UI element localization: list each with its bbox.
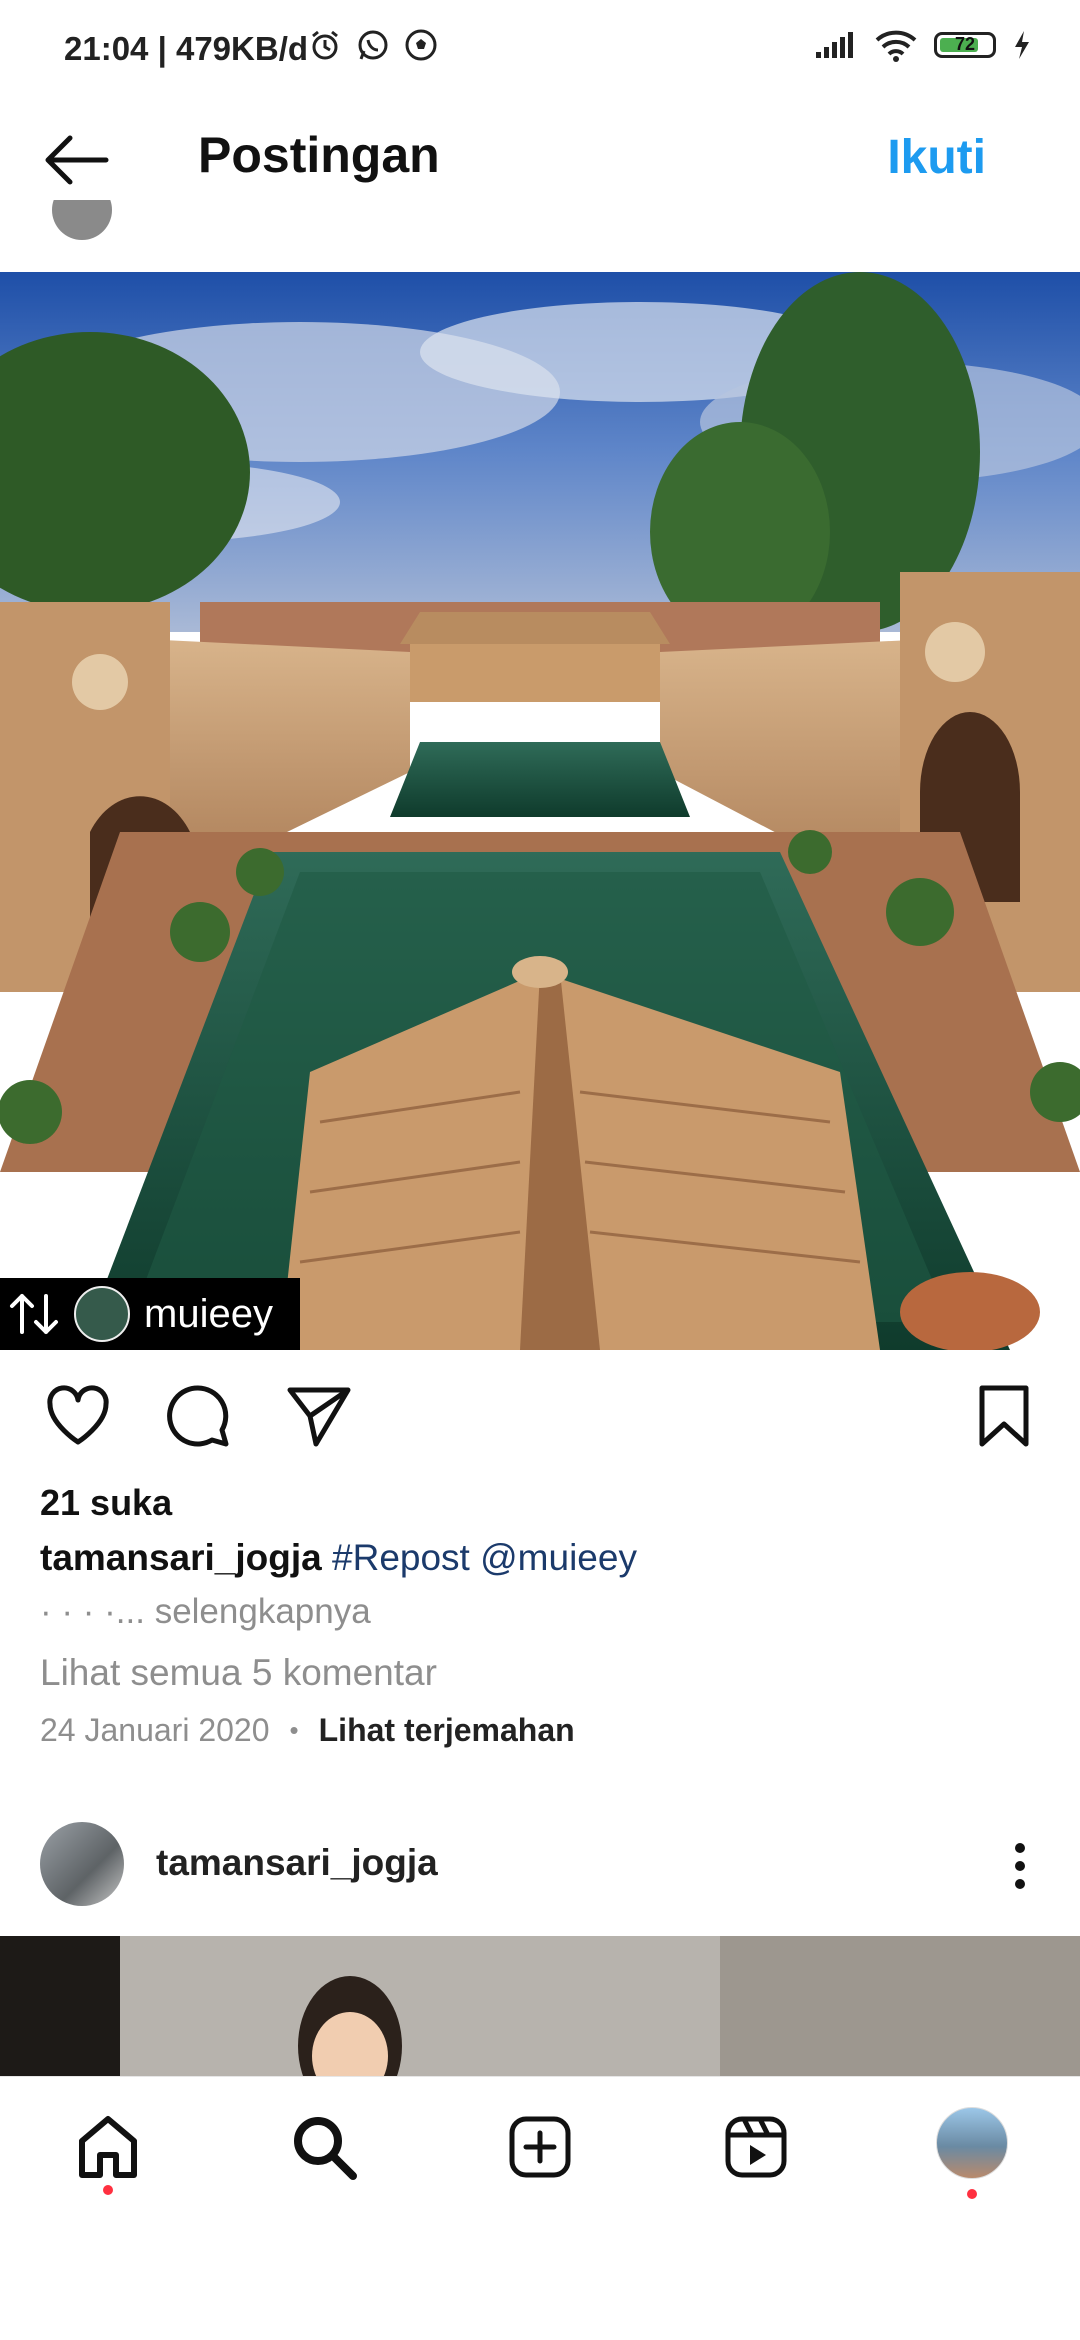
football-icon: [405, 29, 437, 61]
post-image[interactable]: [0, 272, 1080, 1350]
send-icon: [287, 1387, 351, 1447]
comment-icon: [167, 1385, 229, 1447]
next-post-avatar[interactable]: [40, 1822, 124, 1906]
post-photo: [0, 272, 1080, 1350]
status-icons-left: [308, 28, 438, 62]
caption-text[interactable]: #Repost @muieey: [332, 1537, 637, 1578]
top-app-bar: Postingan Ikuti: [0, 100, 1080, 220]
next-post-username[interactable]: tamansari_jogja: [156, 1842, 438, 1884]
wifi-icon: [875, 30, 917, 62]
save-button[interactable]: [968, 1380, 1040, 1452]
nav-search[interactable]: [288, 2111, 360, 2183]
signal-icon: [816, 32, 853, 58]
post-date: 24 Januari 2020: [40, 1712, 270, 1748]
next-post-photo: [0, 1936, 1080, 2076]
whatsapp-icon: [358, 30, 388, 60]
home-icon: [79, 2116, 137, 2178]
battery-icon: 72: [934, 32, 996, 58]
back-arrow-icon: [45, 135, 109, 185]
view-comments-link[interactable]: Lihat semua 5 komentar: [40, 1652, 437, 1694]
post-meta: 24 Januari 2020 • Lihat terjemahan: [40, 1712, 575, 1749]
follow-button[interactable]: Ikuti: [887, 130, 986, 185]
post-caption: tamansari_jogja #Repost @muieey: [40, 1537, 637, 1579]
nav-reels[interactable]: [720, 2111, 792, 2183]
more-vertical-icon: [1015, 1843, 1025, 1889]
page-title: Postingan: [198, 127, 440, 183]
home-notification-dot: [103, 2185, 113, 2195]
bottom-navigation: [0, 2076, 1080, 2213]
charging-icon: [1015, 31, 1029, 59]
nav-create[interactable]: [504, 2111, 576, 2183]
status-time: 21:04 | 479KB/d: [64, 30, 309, 67]
repost-avatar: [74, 1286, 130, 1342]
create-icon: [509, 2116, 571, 2178]
heart-icon: [47, 1385, 109, 1445]
more-options-button[interactable]: [1000, 1836, 1040, 1896]
nav-profile-avatar[interactable]: [936, 2107, 1008, 2179]
alarm-icon: [312, 30, 338, 60]
like-count[interactable]: 21 suka: [40, 1482, 172, 1524]
back-button[interactable]: [40, 130, 112, 190]
separator-dot: •: [289, 1715, 299, 1745]
status-bar: 21:04 | 479KB/d 72: [0, 0, 1080, 100]
profile-notification-dot: [967, 2189, 977, 2199]
battery-level: 72: [954, 34, 976, 54]
caption-username[interactable]: tamansari_jogja: [40, 1537, 322, 1578]
next-post-image[interactable]: [0, 1936, 1080, 2076]
caption-more-link[interactable]: · · · ·... selengkapnya: [40, 1592, 371, 1632]
like-button[interactable]: [42, 1380, 114, 1452]
comment-button[interactable]: [162, 1380, 234, 1452]
repost-username: muieey: [144, 1291, 273, 1336]
search-icon: [294, 2117, 357, 2180]
repost-icon: [10, 1294, 58, 1334]
repost-attribution[interactable]: muieey: [0, 1278, 300, 1350]
bookmark-icon: [979, 1385, 1029, 1447]
nav-home[interactable]: [72, 2111, 144, 2183]
post-actions: [0, 1380, 1080, 1470]
status-icons-right: 72: [814, 28, 1032, 62]
translate-link[interactable]: Lihat terjemahan: [319, 1712, 575, 1749]
post-author-avatar[interactable]: [52, 200, 112, 240]
share-button[interactable]: [282, 1380, 354, 1452]
reels-icon: [725, 2116, 787, 2178]
next-post-header: tamansari_jogja: [0, 1818, 1080, 1908]
